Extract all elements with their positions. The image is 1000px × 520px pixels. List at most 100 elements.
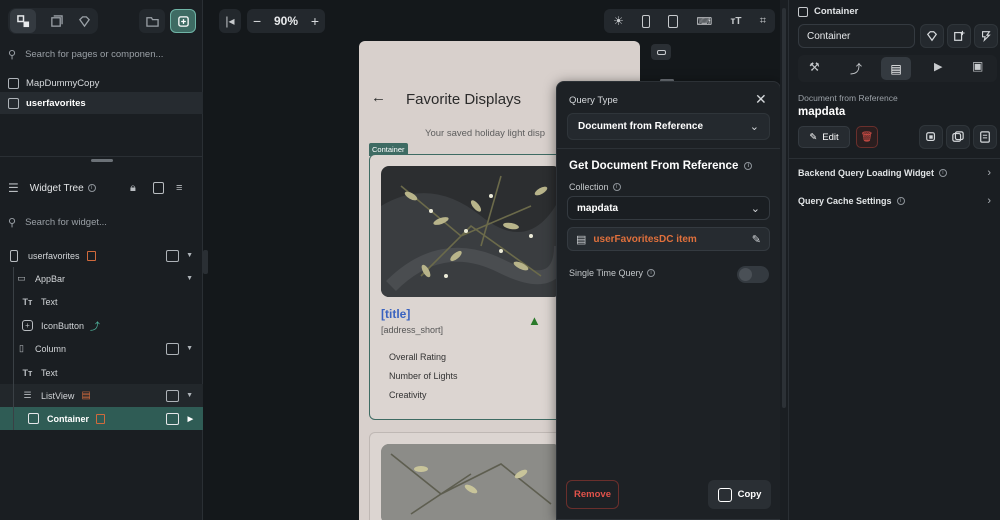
- checkbox-icon[interactable]: [798, 6, 808, 17]
- backend-loading-section[interactable]: Backend Query Loading Widget i ›: [798, 163, 997, 183]
- tree-item-userfavorites[interactable]: userfavorites ▼: [0, 244, 203, 267]
- expand-icon[interactable]: [153, 182, 164, 194]
- caret-down-icon[interactable]: ▼: [186, 252, 193, 259]
- copy-button[interactable]: Copy: [708, 480, 771, 509]
- add-child-icon[interactable]: [166, 249, 179, 262]
- info-icon[interactable]: i: [896, 197, 905, 205]
- page-search-input[interactable]: Search for pages or componen...: [25, 49, 163, 60]
- paste-query-button[interactable]: [946, 125, 970, 149]
- query-docs-button[interactable]: [973, 125, 997, 149]
- list-icon: ▤: [576, 233, 587, 246]
- doc-ref-value: mapdata: [798, 106, 846, 118]
- collection-select[interactable]: mapdata ⌄: [567, 196, 770, 220]
- keyboard-icon[interactable]: ⌨: [696, 15, 712, 28]
- add-widget-button[interactable]: [947, 24, 971, 48]
- phone-icon[interactable]: [642, 14, 651, 28]
- single-time-query-toggle[interactable]: [737, 266, 769, 283]
- info-icon[interactable]: i: [647, 269, 656, 277]
- panel-divider[interactable]: [0, 156, 203, 164]
- caret-down-icon[interactable]: ▼: [186, 345, 193, 352]
- navigation-arrow-icon[interactable]: ▲: [528, 313, 541, 328]
- widget-search[interactable]: ⚲ Search for widget...: [0, 211, 203, 233]
- zoom-in-button[interactable]: +: [311, 13, 319, 29]
- properties-panel: Container Container ⚒ ⤴ ▤ ▶ ▣ Document f…: [788, 0, 1000, 520]
- font-size-icon[interactable]: ᴛT: [731, 16, 742, 27]
- connections-icon[interactable]: ⌗: [760, 15, 766, 28]
- caret-down-icon[interactable]: ▼: [186, 392, 193, 399]
- delete-query-button[interactable]: 🗑︎: [856, 126, 878, 148]
- document-badge-icon: [96, 413, 106, 424]
- tree-item-container[interactable]: Container ▶: [0, 407, 203, 430]
- add-child-icon[interactable]: [166, 342, 179, 355]
- tree-item-iconbutton[interactable]: + IconButton ⤴: [0, 314, 203, 337]
- edit-label: Edit: [822, 131, 839, 143]
- caret-down-icon[interactable]: ▼: [186, 275, 193, 282]
- cache-settings-section[interactable]: Query Cache Settings i ›: [798, 191, 997, 211]
- actions-tab-icon[interactable]: ⤴: [850, 60, 862, 77]
- caret-right-icon[interactable]: ▶: [188, 415, 193, 423]
- tree-item-text[interactable]: Tт Text: [0, 361, 203, 384]
- edit-pencil-icon[interactable]: ✎: [752, 233, 761, 246]
- close-icon[interactable]: ✕: [755, 91, 767, 108]
- widget-search-input[interactable]: Search for widget...: [25, 217, 107, 228]
- info-icon[interactable]: i: [87, 184, 96, 192]
- tablet-icon[interactable]: [668, 14, 679, 28]
- card-image: [381, 166, 561, 297]
- page-search[interactable]: ⚲ Search for pages or componen...: [0, 43, 203, 65]
- tree-item-listview[interactable]: ☰ ListView ▤ ▼: [0, 384, 203, 407]
- backend-query-tab-icon[interactable]: ▤: [881, 57, 911, 80]
- info-icon[interactable]: i: [612, 183, 621, 191]
- add-child-icon[interactable]: [166, 389, 179, 402]
- query-type-select[interactable]: Document from Reference ⌄: [567, 113, 770, 140]
- add-page-button[interactable]: [170, 9, 196, 33]
- scrollbar-thumb[interactable]: [782, 8, 786, 408]
- components-tab[interactable]: [43, 9, 69, 33]
- properties-tab-icon[interactable]: ⚒: [809, 60, 820, 74]
- card-address: [address_short]: [381, 325, 444, 335]
- pages-tab[interactable]: [10, 9, 36, 33]
- notes-tab-icon[interactable]: ▣: [972, 59, 983, 73]
- query-heading-text: Get Document From Reference: [569, 160, 739, 172]
- paste-icon: [952, 131, 964, 142]
- copy-query-button[interactable]: [919, 125, 943, 149]
- sort-icon[interactable]: ≡: [176, 182, 182, 194]
- appbar-icon: ▭: [17, 273, 26, 283]
- convert-component-button[interactable]: [974, 24, 998, 48]
- add-child-icon[interactable]: [166, 412, 179, 425]
- tree-item-text[interactable]: Tт Text: [0, 290, 203, 313]
- pencil-icon: ✎: [809, 131, 818, 143]
- lock-icon[interactable]: 🔒︎: [130, 182, 136, 195]
- trash-icon: 🗑︎: [860, 131, 874, 143]
- play-icon[interactable]: ▶: [934, 60, 942, 73]
- collection-label-text: Collection: [569, 182, 609, 192]
- back-arrow-icon[interactable]: ←: [371, 89, 386, 106]
- zoom-out-button[interactable]: −: [253, 13, 261, 29]
- tree-item-column[interactable]: ▯ Column ▼: [0, 337, 203, 360]
- edit-query-button[interactable]: ✎ Edit: [798, 126, 850, 148]
- plus-circle-icon: +: [22, 320, 33, 331]
- pages-icon: [16, 14, 29, 27]
- theme-widget-button[interactable]: [920, 24, 944, 48]
- widget-tree-header: ☰ Widget Tree i 🔒︎ ≡: [0, 176, 203, 200]
- reference-field[interactable]: ▤ userFavoritesDC item ✎: [567, 227, 770, 251]
- collapse-left-icon[interactable]: |◂: [219, 9, 241, 33]
- tree-item-label: Column: [35, 343, 67, 354]
- widget-name-input[interactable]: Container: [798, 24, 915, 48]
- tree-item-label: Text: [41, 367, 58, 378]
- page-item-mapdummycopy[interactable]: MapDummyCopy: [0, 72, 203, 94]
- generator-icon: ▤: [81, 390, 91, 401]
- zoom-control: − 90% +: [247, 9, 325, 33]
- panel-resize-handle[interactable]: [203, 250, 208, 274]
- themes-tab[interactable]: [71, 9, 97, 33]
- new-folder-button[interactable]: [139, 9, 165, 33]
- appbar-toggle-icon[interactable]: [651, 44, 671, 60]
- widget-type-row: Container: [798, 6, 858, 17]
- light-mode-icon[interactable]: ☀: [613, 14, 624, 28]
- tree-item-appbar[interactable]: ▭ AppBar ▼: [0, 267, 203, 290]
- text-icon: Tт: [22, 296, 33, 307]
- remove-button[interactable]: Remove: [566, 480, 619, 509]
- info-icon[interactable]: i: [938, 169, 947, 177]
- tree-item-label: ListView: [41, 390, 75, 401]
- info-icon[interactable]: i: [744, 162, 753, 170]
- page-item-userfavorites[interactable]: userfavorites: [0, 92, 203, 114]
